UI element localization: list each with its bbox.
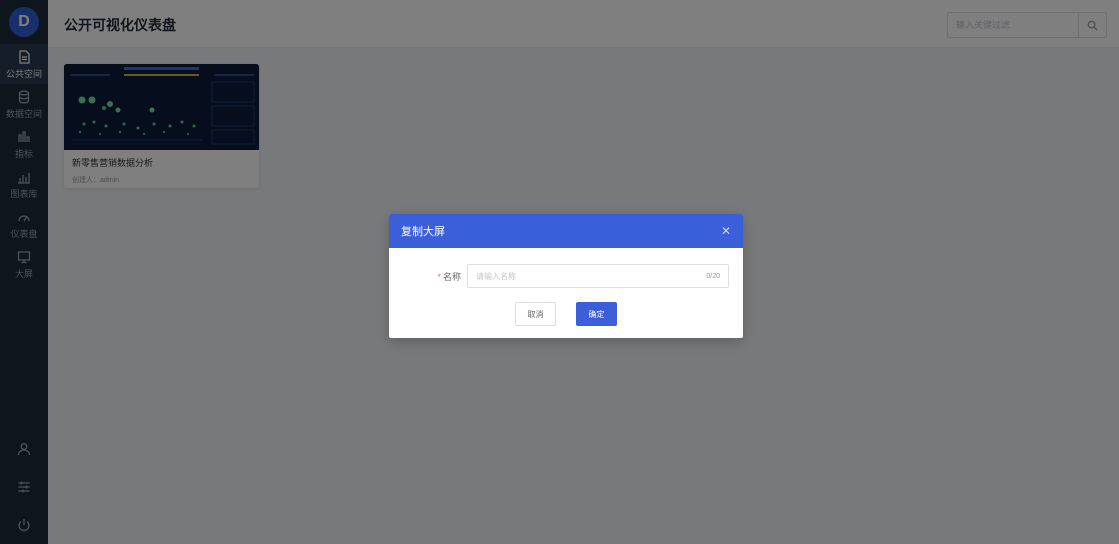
dialog-header: 复制大屏 ✕ (389, 214, 743, 248)
dialog-body: *名称 0/20 取消 确定 (389, 248, 743, 326)
cancel-button[interactable]: 取消 (515, 302, 556, 326)
name-label: * 名称 (403, 270, 467, 283)
dialog-title: 复制大屏 (401, 226, 445, 238)
name-label-text: 名称 (442, 271, 461, 282)
dialog-footer: 取消 确定 (403, 302, 729, 326)
name-field: 0/20 (467, 264, 729, 288)
required-mark: * (437, 271, 441, 282)
char-counter: 0/20 (706, 272, 720, 280)
name-input[interactable] (476, 271, 707, 281)
name-form-row: *名称 0/20 (403, 264, 729, 288)
close-icon[interactable]: ✕ (721, 224, 731, 238)
copy-screen-dialog: 复制大屏 ✕ *名称 0/20 取消 确定 (389, 214, 743, 338)
confirm-button[interactable]: 确定 (576, 302, 617, 326)
